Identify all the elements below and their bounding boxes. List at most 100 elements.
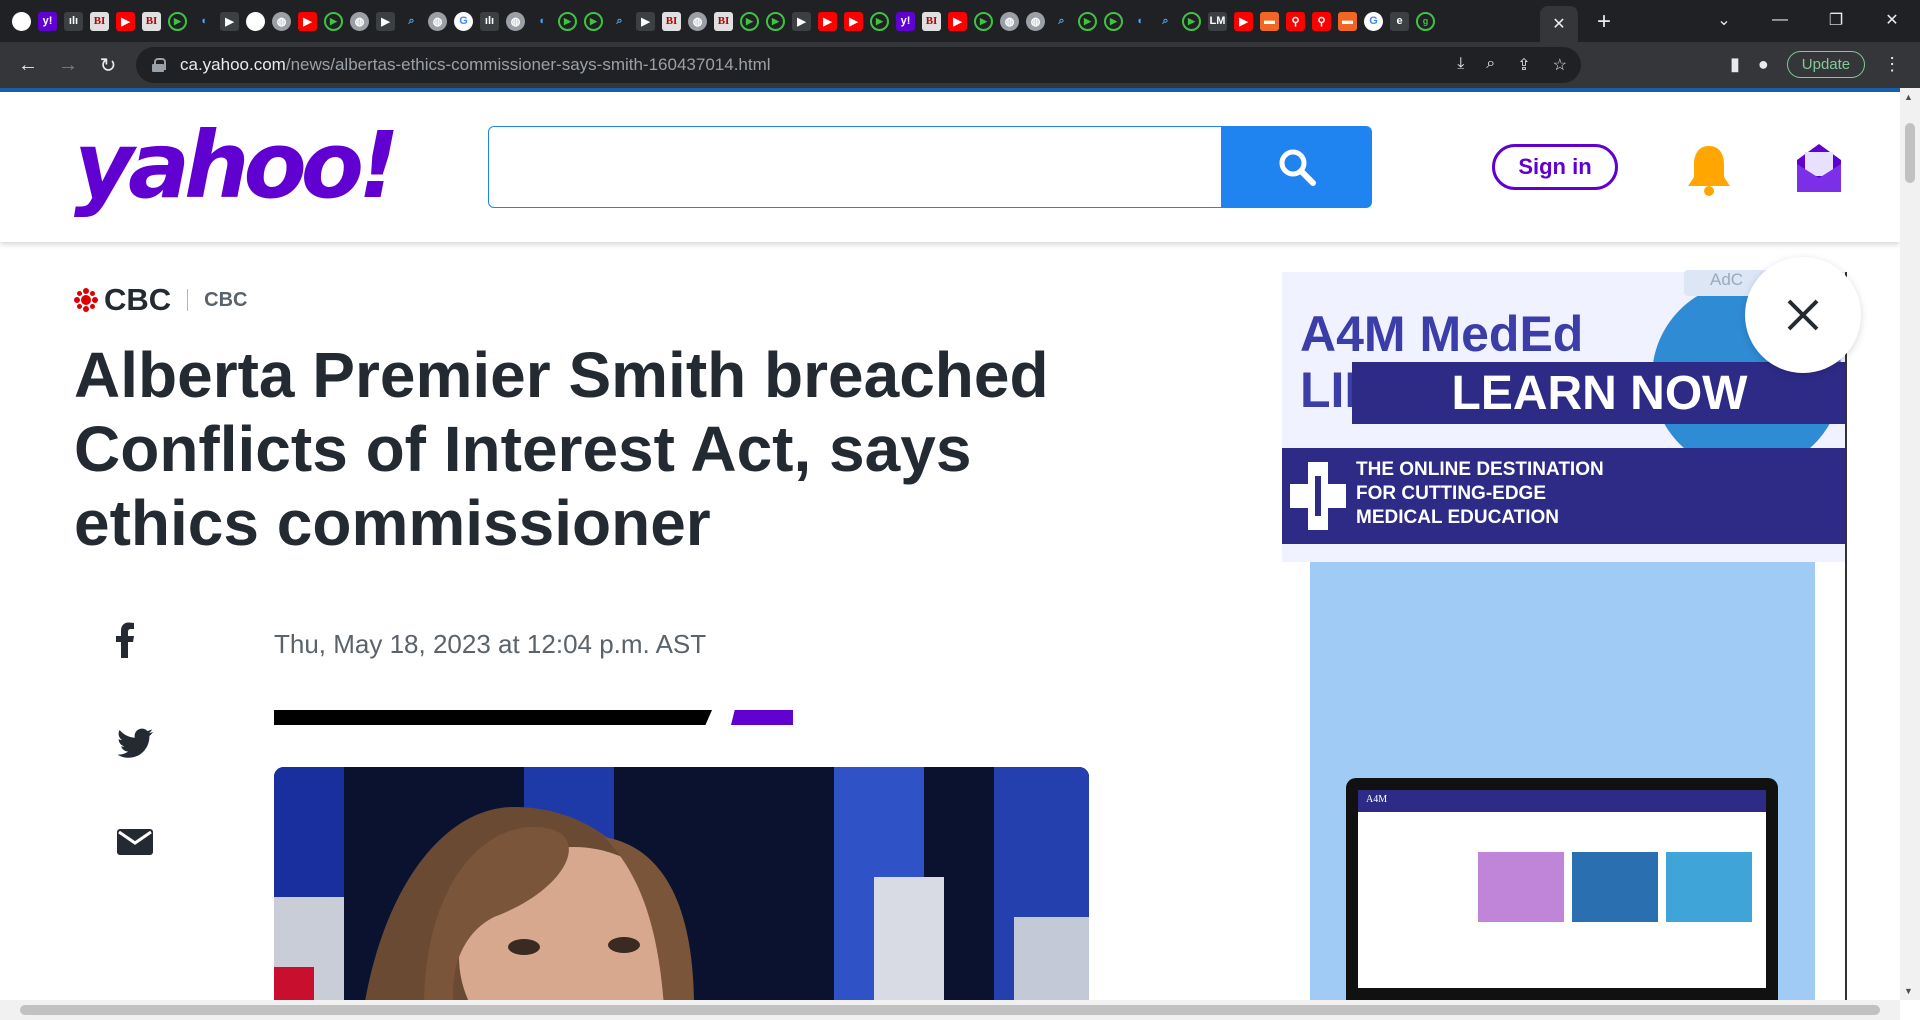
youtube-icon[interactable]: ▶: [818, 11, 837, 31]
twitter-share-icon[interactable]: [117, 728, 154, 763]
sign-in-button[interactable]: Sign in: [1492, 144, 1618, 190]
scroll-up-icon[interactable]: ▲: [1904, 92, 1913, 102]
close-window-icon[interactable]: ✕: [1864, 10, 1920, 30]
play-icon[interactable]: ▶: [1104, 11, 1123, 31]
globe-icon[interactable]: ◍: [1000, 11, 1019, 31]
share-icon[interactable]: ⇪: [1517, 55, 1530, 75]
search-icon[interactable]: ⌕: [1156, 12, 1175, 31]
facebook-share-icon[interactable]: [115, 622, 135, 663]
youtube-icon[interactable]: ▶: [948, 11, 967, 31]
pin-icon[interactable]: ⚲: [1312, 11, 1331, 31]
youtube-icon[interactable]: ▶: [1234, 11, 1253, 31]
bi-icon[interactable]: BI: [662, 11, 681, 31]
new-tab-button[interactable]: +: [1597, 8, 1611, 36]
yahoo-logo[interactable]: yahoo!: [74, 112, 400, 219]
tab-search-icon[interactable]: ⌄: [1696, 10, 1752, 30]
back-icon[interactable]: ←: [8, 54, 48, 77]
play-icon[interactable]: ▶: [766, 11, 785, 31]
lock-icon[interactable]: [152, 58, 166, 72]
provider-name[interactable]: CBC: [204, 289, 247, 312]
horizontal-scroll-thumb[interactable]: [20, 1005, 1880, 1015]
qr-icon[interactable]: ▦: [246, 11, 265, 31]
cbc-logo[interactable]: CBC: [74, 282, 171, 318]
globe-icon[interactable]: ◍: [350, 11, 369, 31]
music-icon[interactable]: ılı: [64, 11, 83, 31]
shield-icon[interactable]: ◖: [1130, 12, 1149, 31]
vertical-scroll-thumb[interactable]: [1905, 123, 1915, 183]
profile-icon[interactable]: ●: [1758, 54, 1769, 75]
globe-icon[interactable]: ◍: [1026, 11, 1045, 31]
side-panel-icon[interactable]: ▮: [1730, 54, 1740, 75]
bi-icon[interactable]: BI: [714, 11, 733, 31]
youtube-icon[interactable]: ▶: [844, 11, 863, 31]
globe-icon[interactable]: ◍: [506, 11, 525, 31]
bell-icon[interactable]: [1686, 144, 1732, 201]
bookmark-star-icon[interactable]: ☆: [1553, 55, 1567, 75]
search-input[interactable]: [488, 126, 1222, 208]
article-photo[interactable]: [274, 767, 1089, 1000]
bi-icon[interactable]: BI: [90, 11, 109, 31]
search-icon[interactable]: ⌕: [402, 12, 421, 31]
book-icon[interactable]: ▬: [1260, 11, 1279, 31]
yahoo-icon[interactable]: y!: [38, 11, 57, 31]
play-icon[interactable]: ▶: [584, 11, 603, 31]
e-icon[interactable]: e: [1390, 11, 1409, 31]
search-button[interactable]: [1222, 126, 1372, 208]
close-tab-icon[interactable]: ✕: [1552, 14, 1565, 34]
search-icon[interactable]: ⌕: [610, 12, 629, 31]
scroll-down-icon[interactable]: ▼: [1904, 986, 1913, 996]
g-icon[interactable]: g: [1416, 11, 1435, 31]
restore-icon[interactable]: ❐: [1808, 10, 1864, 30]
horizontal-scrollbar[interactable]: [0, 1000, 1900, 1020]
globe-icon[interactable]: ◍: [272, 11, 291, 31]
bi-icon[interactable]: BI: [922, 11, 941, 31]
bi-icon[interactable]: BI: [142, 11, 161, 31]
youtube-icon[interactable]: ▶: [116, 11, 135, 31]
install-app-icon[interactable]: ⤓: [1457, 55, 1464, 75]
web-icon[interactable]: ◍: [428, 11, 447, 31]
book-icon[interactable]: ▬: [1338, 11, 1357, 31]
arrow-icon[interactable]: ▶: [220, 11, 239, 31]
arrow-icon[interactable]: ▶: [376, 11, 395, 31]
chrome-icon[interactable]: ◉: [12, 11, 31, 31]
play-icon[interactable]: ▶: [974, 11, 993, 31]
google-icon[interactable]: G: [1364, 11, 1383, 31]
email-share-icon[interactable]: [117, 829, 153, 860]
play-icon[interactable]: ▶: [324, 11, 343, 31]
yahoo-icon[interactable]: y!: [896, 11, 915, 31]
play-icon[interactable]: ▶: [1078, 11, 1097, 31]
arrow-icon[interactable]: ▶: [792, 11, 811, 31]
vertical-scrollbar[interactable]: ▲ ▼: [1900, 88, 1920, 1000]
music-icon[interactable]: ılı: [480, 11, 499, 31]
search-icon[interactable]: ⌕: [1052, 12, 1071, 31]
play-icon[interactable]: ▶: [168, 11, 187, 31]
play-icon[interactable]: ▶: [1182, 11, 1201, 31]
arrow-icon[interactable]: ▶: [636, 11, 655, 31]
shield-icon[interactable]: ◖: [194, 12, 213, 31]
search-icon: [1279, 149, 1316, 186]
youtube-icon[interactable]: ▶: [298, 11, 317, 31]
close-icon: [1787, 299, 1819, 331]
play-icon[interactable]: ▶: [870, 11, 889, 31]
globe-icon[interactable]: ◍: [688, 11, 707, 31]
close-ad-button[interactable]: [1745, 257, 1861, 373]
shield-icon[interactable]: ◖: [532, 12, 551, 31]
update-button[interactable]: Update: [1786, 51, 1866, 78]
play-icon[interactable]: ▶: [740, 11, 759, 31]
mail-icon[interactable]: [1797, 144, 1841, 197]
reload-icon[interactable]: ↻: [88, 53, 128, 78]
lm-icon[interactable]: LM: [1208, 11, 1227, 31]
advertisement[interactable]: A4M MedEd LIBRARY THE ONLINE DESTINATION…: [1282, 272, 1847, 1000]
menu-icon[interactable]: ⋮: [1883, 54, 1901, 75]
toolbar-right: ▮ ● Update ⋮: [1730, 51, 1901, 78]
pin-icon[interactable]: ⚲: [1286, 11, 1305, 31]
learn-now-button[interactable]: LEARN NOW: [1352, 362, 1845, 424]
url-text[interactable]: ca.yahoo.com/news/albertas-ethics-commis…: [180, 55, 771, 75]
zoom-icon[interactable]: ⌕: [1486, 55, 1495, 75]
play-icon[interactable]: ▶: [558, 11, 577, 31]
minimize-icon[interactable]: —: [1752, 11, 1808, 29]
active-tab[interactable]: ✕: [1540, 6, 1578, 42]
google-icon[interactable]: G: [454, 11, 473, 31]
forward-icon[interactable]: →: [48, 54, 88, 77]
address-bar[interactable]: ca.yahoo.com/news/albertas-ethics-commis…: [136, 47, 1581, 83]
